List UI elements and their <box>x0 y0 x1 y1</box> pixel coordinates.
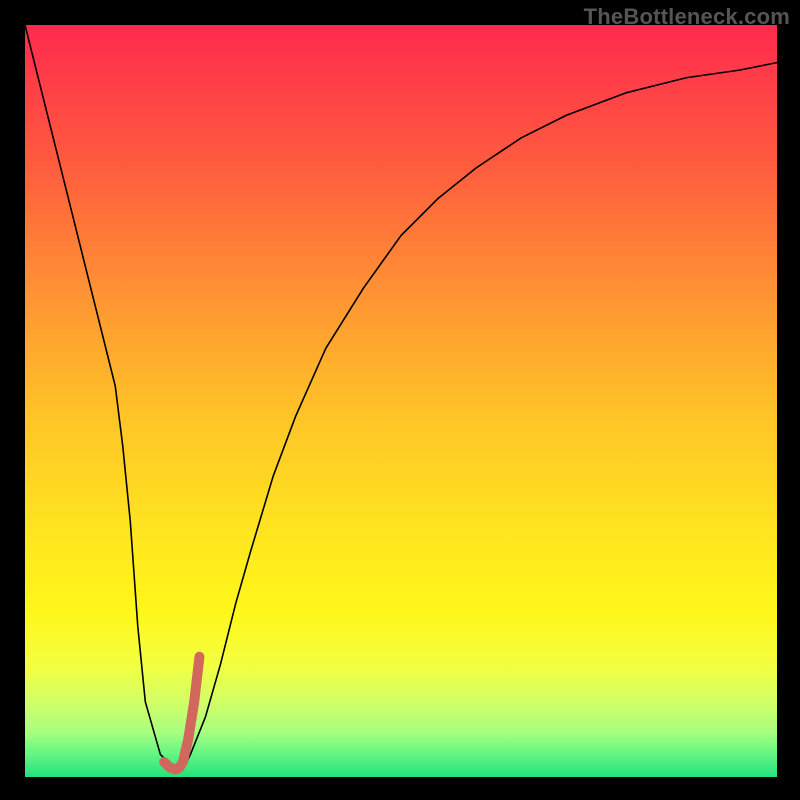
gradient-background <box>25 25 777 777</box>
watermark-text: TheBottleneck.com <box>584 4 790 30</box>
chart-frame: TheBottleneck.com <box>0 0 800 800</box>
chart-svg <box>25 25 777 777</box>
plot-area <box>25 25 777 777</box>
